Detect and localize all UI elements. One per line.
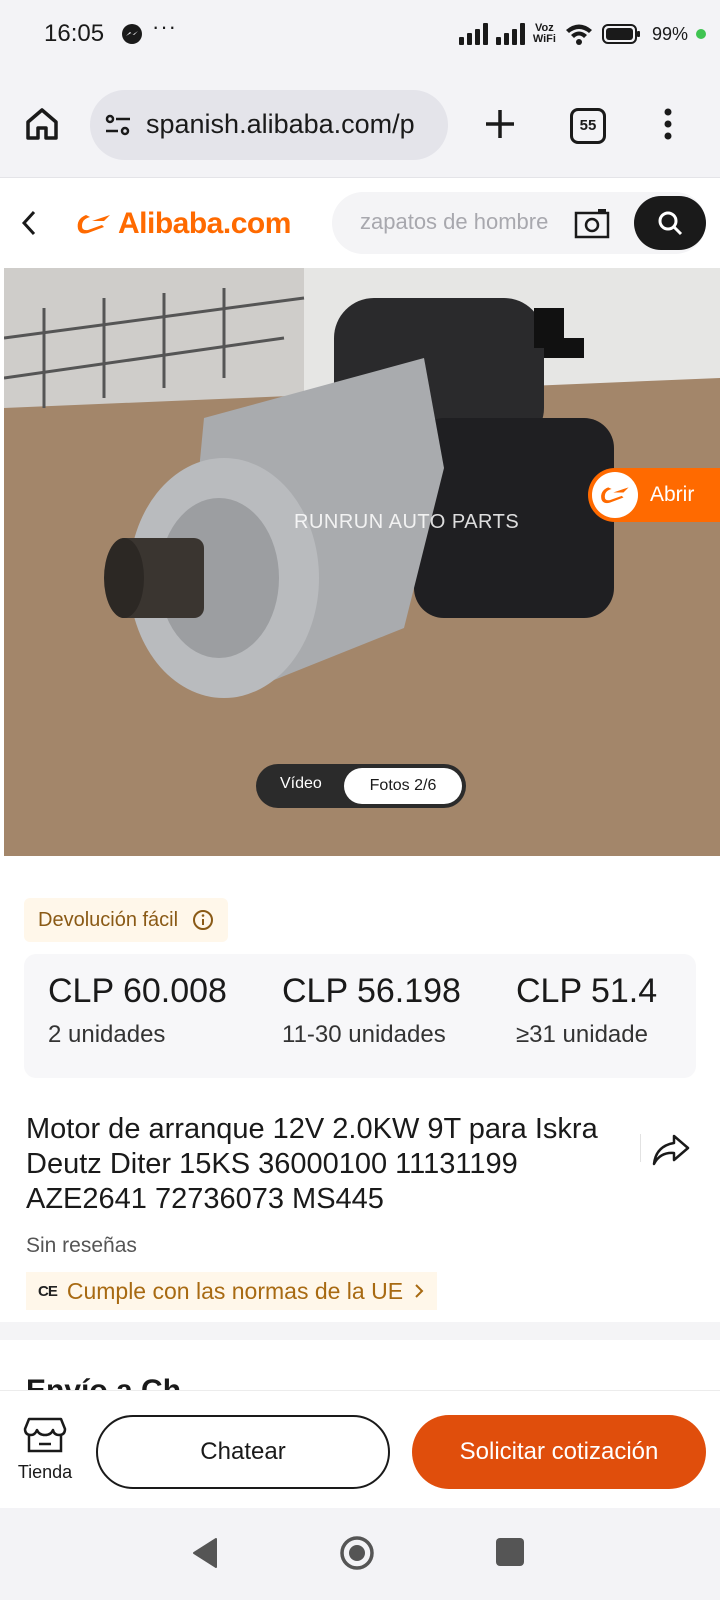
address-bar[interactable]: spanish.alibaba.com/p xyxy=(90,90,448,160)
shipping-section-heading: Envío a Ch xyxy=(26,1376,181,1390)
chevron-right-icon xyxy=(415,1284,424,1298)
reviews-summary[interactable]: Sin reseñas xyxy=(26,1234,137,1258)
status-time: 16:05 xyxy=(44,20,105,47)
info-icon[interactable] xyxy=(192,909,214,931)
wifi-icon xyxy=(565,24,592,45)
signal-icon-2 xyxy=(495,23,525,45)
camera-search-icon[interactable] xyxy=(574,207,610,239)
search-icon xyxy=(658,211,683,236)
browser-toolbar: spanish.alibaba.com/p 55 xyxy=(0,68,720,178)
price-value: CLP 51.4 xyxy=(516,972,658,1010)
nav-home-icon[interactable] xyxy=(338,1534,376,1572)
request-quote-button[interactable]: Solicitar cotización xyxy=(412,1415,706,1489)
price-quantity: 11-30 unidades xyxy=(282,1021,446,1048)
messenger-icon xyxy=(122,24,142,44)
store-button[interactable]: Tienda xyxy=(12,1415,78,1483)
price-tier: CLP 60.008 2 unidades xyxy=(48,972,227,1049)
easy-return-badge[interactable]: Devolución fácil xyxy=(24,898,229,942)
back-arrow-icon[interactable] xyxy=(12,200,48,246)
nav-recents-icon[interactable] xyxy=(496,1538,524,1566)
ce-compliance-text: Cumple con las normas de la UE xyxy=(66,1277,404,1304)
status-indicators: Voz WiFi 99% xyxy=(458,18,706,50)
battery-icon xyxy=(601,24,640,44)
browser-menu-icon[interactable] xyxy=(658,104,678,144)
bottom-action-bar: Tienda Chatear Solicitar cotización xyxy=(0,1390,720,1508)
nav-back-icon[interactable] xyxy=(190,1536,220,1570)
video-tab[interactable]: Vídeo xyxy=(280,775,322,793)
volte-wifi-label: Voz WiFi xyxy=(532,22,556,45)
site-header: Alibaba.com zapatos de hombre xyxy=(0,178,720,268)
price-quantity: 2 unidades xyxy=(48,1021,166,1048)
alibaba-logo-text: Alibaba.com xyxy=(118,207,291,240)
battery-level: 99% xyxy=(651,23,688,44)
chat-button[interactable]: Chatear xyxy=(96,1415,390,1489)
open-app-label: Abrir xyxy=(650,483,695,506)
alibaba-logo[interactable]: Alibaba.com xyxy=(74,204,291,244)
store-icon xyxy=(23,1417,67,1453)
price-value: CLP 60.008 xyxy=(48,972,227,1010)
status-bar: 16:05 ··· Voz WiFi 99% xyxy=(0,0,720,68)
site-settings-icon[interactable] xyxy=(104,112,132,138)
easy-return-label: Devolución fácil xyxy=(38,908,179,931)
media-toggle: Vídeo Fotos 2/6 xyxy=(256,764,466,808)
divider xyxy=(640,1134,641,1162)
store-label: Tienda xyxy=(17,1462,73,1482)
product-image-gallery[interactable]: RUNRUN AUTO PARTS Abrir Vídeo Fotos 2/6 xyxy=(4,268,720,856)
price-tiers: CLP 60.008 2 unidades CLP 56.198 11-30 u… xyxy=(24,954,696,1078)
new-tab-plus-icon[interactable] xyxy=(478,102,522,146)
alibaba-logo-icon xyxy=(77,215,110,234)
signal-icon xyxy=(458,23,488,45)
search-button[interactable] xyxy=(634,196,706,250)
system-nav-bar xyxy=(0,1508,720,1600)
tab-switcher-button[interactable]: 55 xyxy=(570,108,606,144)
ce-compliance-badge[interactable]: CE Cumple con las normas de la UE xyxy=(26,1272,438,1310)
alibaba-app-icon xyxy=(592,472,638,518)
section-separator xyxy=(0,1322,720,1340)
search-input[interactable]: zapatos de hombre xyxy=(360,209,548,235)
price-tier: CLP 51.4 ≥31 unidade xyxy=(516,972,657,1049)
url-text[interactable]: spanish.alibaba.com/p xyxy=(146,109,415,140)
price-quantity: ≥31 unidade xyxy=(516,1021,648,1048)
share-icon[interactable] xyxy=(650,1130,692,1168)
image-watermark: RUNRUN AUTO PARTS xyxy=(294,511,520,533)
home-icon[interactable] xyxy=(22,104,62,144)
product-title: Motor de arranque 12V 2.0KW 9T para Iskr… xyxy=(26,1113,598,1215)
search-bar[interactable]: zapatos de hombre xyxy=(332,192,706,254)
open-app-button[interactable]: Abrir xyxy=(588,468,720,522)
price-value: CLP 56.198 xyxy=(282,972,461,1010)
photos-tab[interactable]: Fotos 2/6 xyxy=(344,768,462,804)
price-tier: CLP 56.198 11-30 unidades xyxy=(282,972,461,1049)
status-more-dots: ··· xyxy=(152,14,177,39)
ce-mark-icon: CE xyxy=(38,1282,58,1300)
privacy-indicator-dot xyxy=(696,29,706,39)
